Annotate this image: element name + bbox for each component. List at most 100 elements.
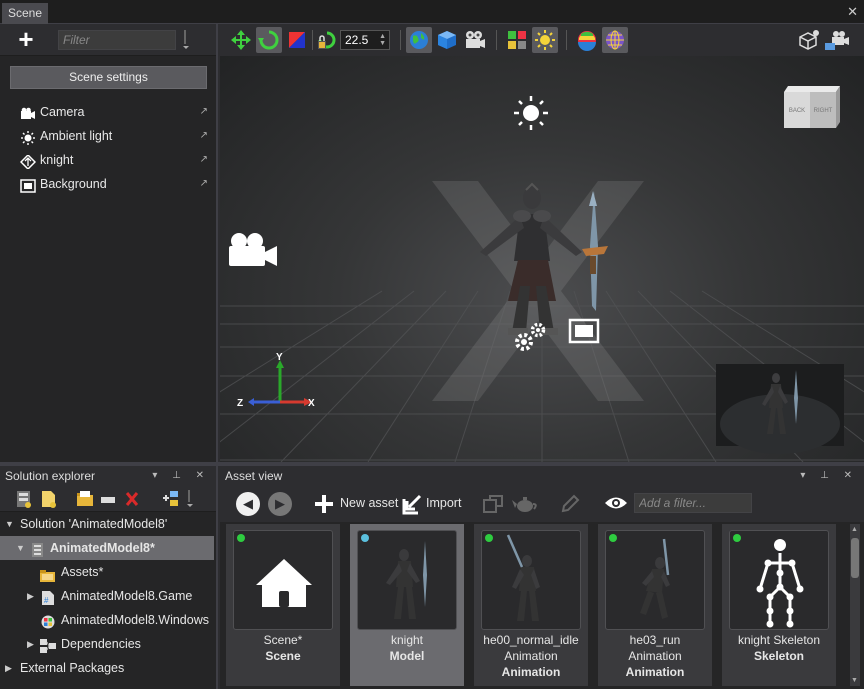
scene-viewport[interactable]: Y X Z BACK RIGHT: [220, 56, 864, 462]
entity-item-knight[interactable]: knight ↗: [0, 148, 216, 172]
status-dot: [609, 534, 617, 542]
eye-icon[interactable]: [604, 495, 628, 514]
tree-label: External Packages: [20, 661, 125, 675]
collapse-arrow-icon[interactable]: ▶: [27, 632, 34, 656]
asset-scrollbar[interactable]: ▲ ▼: [850, 524, 860, 686]
viewport-canvas: Y X Z BACK RIGHT: [220, 86, 864, 462]
lighting-toggle-icon[interactable]: [532, 27, 558, 53]
scrollbar-thumb[interactable]: [851, 538, 859, 578]
collapse-arrow-icon[interactable]: ▶: [5, 656, 12, 680]
add-reference-icon[interactable]: [162, 490, 180, 511]
scroll-down-icon[interactable]: ▼: [851, 677, 858, 684]
back-arrow-icon[interactable]: ◀: [236, 492, 260, 516]
collapse-arrow-icon[interactable]: ▶: [27, 584, 34, 608]
camera-settings-icon[interactable]: [796, 27, 822, 53]
tree-item-dependencies[interactable]: ▶ Dependencies: [0, 632, 216, 656]
tree-item-game-project[interactable]: ▶ # AnimatedModel8.Game: [0, 584, 216, 608]
asset-tile-run-animation[interactable]: he03_run Animation Animation: [598, 524, 712, 686]
pin-icon[interactable]: ↗: [200, 172, 208, 196]
scale-gizmo-icon[interactable]: [284, 27, 310, 53]
asset-label: knight Skeleton Skeleton: [737, 633, 821, 663]
camera-space-icon[interactable]: [462, 27, 488, 53]
duplicate-asset-icon[interactable]: [482, 494, 506, 517]
entity-filter-input[interactable]: [58, 30, 176, 50]
tree-item-assets[interactable]: Assets*: [0, 560, 216, 584]
asset-tile-idle-animation[interactable]: he00_normal_idle Animation Animation: [474, 524, 588, 686]
background-icon: [20, 177, 36, 193]
pin-icon[interactable]: ↗: [200, 124, 208, 148]
asset-tile-knight[interactable]: knight Model: [350, 524, 464, 686]
snap-value-input[interactable]: 22.5 ▲ ▼: [340, 30, 390, 50]
new-asset-button[interactable]: New asset: [340, 496, 398, 510]
expand-arrow-icon[interactable]: ▼: [16, 536, 25, 560]
entity-item-camera[interactable]: Camera ↗: [0, 100, 216, 124]
new-file-icon[interactable]: [40, 490, 56, 511]
edit-pencil-icon[interactable]: [560, 494, 580, 517]
panel-window-buttons[interactable]: ▾ ⊥ ✕: [152, 466, 210, 486]
close-icon[interactable]: ✕: [847, 4, 858, 20]
svg-text:#: #: [44, 596, 49, 605]
open-folder-icon[interactable]: [76, 490, 94, 511]
entity-label: Camera: [40, 105, 85, 119]
delete-icon[interactable]: [124, 490, 140, 511]
asset-label: he00_normal_idle Animation Animation: [483, 633, 579, 679]
panel-window-buttons[interactable]: ▾ ⊥ ✕: [800, 466, 858, 486]
solution-toolbar: [0, 486, 216, 512]
tree-item-external-packages[interactable]: ▶ External Packages: [0, 656, 216, 680]
entity-label: knight: [40, 153, 74, 167]
asset-thumbnail: [357, 530, 457, 630]
home-icon: [256, 559, 312, 607]
rotate-gizmo-icon[interactable]: [256, 27, 282, 53]
knight-thumbnail: [386, 541, 427, 619]
new-package-icon[interactable]: [16, 490, 32, 511]
asset-label: Scene* Scene: [263, 633, 303, 663]
entity-item-background[interactable]: Background ↗: [0, 172, 216, 196]
tree-item-solution[interactable]: ▼ Solution 'AnimatedModel8': [0, 512, 216, 536]
camera-preview-icon[interactable]: [824, 27, 850, 53]
snap-rotation-icon[interactable]: [314, 27, 340, 53]
import-icon[interactable]: [402, 493, 424, 518]
forward-arrow-icon[interactable]: ▶: [268, 492, 292, 516]
wireframe-mode-icon[interactable]: [602, 27, 628, 53]
spinner-arrows-icon[interactable]: ▲ ▼: [379, 33, 386, 47]
solution-explorer-panel: Solution explorer ▾ ⊥ ✕ ▼ Solution 'Anim…: [0, 466, 218, 689]
animation-thumbnail: [506, 534, 540, 621]
toolbar-overflow-icon[interactable]: [182, 30, 190, 50]
scene-entity-panel: + Scene settings Camera ↗ Ambient light …: [0, 24, 218, 462]
lighting-materials-icon[interactable]: [504, 27, 530, 53]
plus-icon[interactable]: [314, 494, 334, 517]
tree-item-project[interactable]: ▼ AnimatedModel8*: [0, 536, 214, 560]
add-entity-button[interactable]: +: [14, 26, 38, 52]
pin-icon[interactable]: ↗: [200, 100, 208, 124]
view-cube[interactable]: BACK RIGHT: [784, 86, 840, 128]
scene-tab[interactable]: Scene: [2, 3, 49, 24]
teapot-icon[interactable]: [512, 494, 538, 517]
cube-face-back: BACK: [789, 108, 805, 114]
translate-gizmo-icon[interactable]: [228, 27, 254, 53]
axis-x-label: X: [308, 398, 315, 409]
light-gizmo-icon[interactable]: [514, 96, 548, 130]
entity-item-ambient-light[interactable]: Ambient light ↗: [0, 124, 216, 148]
tree-label: AnimatedModel8.Game: [61, 589, 193, 603]
tree-item-windows-project[interactable]: AnimatedModel8.Windows: [0, 608, 216, 632]
toolbar-overflow-icon[interactable]: [186, 490, 194, 511]
asset-tile-skeleton[interactable]: knight Skeleton Skeleton: [722, 524, 836, 686]
asset-filter-input[interactable]: [634, 493, 752, 513]
local-space-icon[interactable]: [434, 27, 460, 53]
asset-toolbar: ◀ ▶ New asset Import: [220, 486, 864, 522]
import-button[interactable]: Import: [426, 496, 461, 510]
pin-icon[interactable]: ↗: [200, 148, 208, 172]
solution-tree: ▼ Solution 'AnimatedModel8' ▼ AnimatedMo…: [0, 512, 216, 680]
scroll-up-icon[interactable]: ▲: [851, 526, 858, 533]
scene-settings-button[interactable]: Scene settings: [10, 66, 207, 89]
rename-icon[interactable]: [100, 494, 116, 508]
asset-tile-scene[interactable]: Scene* Scene: [226, 524, 340, 686]
expand-arrow-icon[interactable]: ▼: [5, 512, 14, 536]
asset-label: he03_run Animation Animation: [625, 633, 685, 679]
world-space-icon[interactable]: [406, 27, 432, 53]
status-dot: [237, 534, 245, 542]
asset-thumbnail: [605, 530, 705, 630]
axis-z-label: Z: [237, 398, 243, 409]
camera-gizmo-icon[interactable]: [229, 233, 277, 266]
shaded-mode-icon[interactable]: [574, 27, 600, 53]
